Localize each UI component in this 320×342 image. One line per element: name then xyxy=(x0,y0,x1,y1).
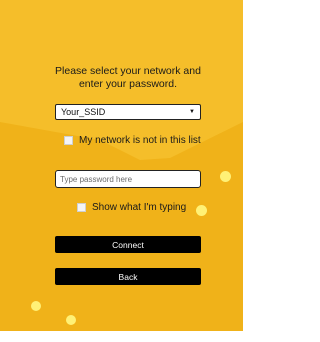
network-select[interactable]: Your_SSID ▼ xyxy=(55,104,201,120)
dropdown-caret-icon: ▼ xyxy=(189,109,195,115)
instructions-line-2: enter your password. xyxy=(78,78,178,90)
manual-network-label: My network is not in this list xyxy=(79,135,201,146)
show-password-label: Show what I'm typing xyxy=(92,202,187,213)
manual-network-checkbox-row[interactable]: My network is not in this list xyxy=(64,135,201,146)
network-select-value: Your_SSID xyxy=(61,107,106,117)
password-input[interactable] xyxy=(55,170,201,188)
back-button[interactable]: Back xyxy=(55,268,201,285)
connect-button[interactable]: Connect xyxy=(55,236,201,253)
show-password-checkbox-row[interactable]: Show what I'm typing xyxy=(77,202,186,213)
instructions-text: Please select your network and enter you… xyxy=(40,65,216,91)
instructions-line-1: Please select your network and xyxy=(55,65,201,77)
app-screen: Please select your network and enter you… xyxy=(0,0,243,342)
manual-network-checkbox[interactable] xyxy=(64,136,73,145)
wifi-setup-form: Please select your network and enter you… xyxy=(0,0,243,342)
show-password-checkbox[interactable] xyxy=(77,203,86,212)
